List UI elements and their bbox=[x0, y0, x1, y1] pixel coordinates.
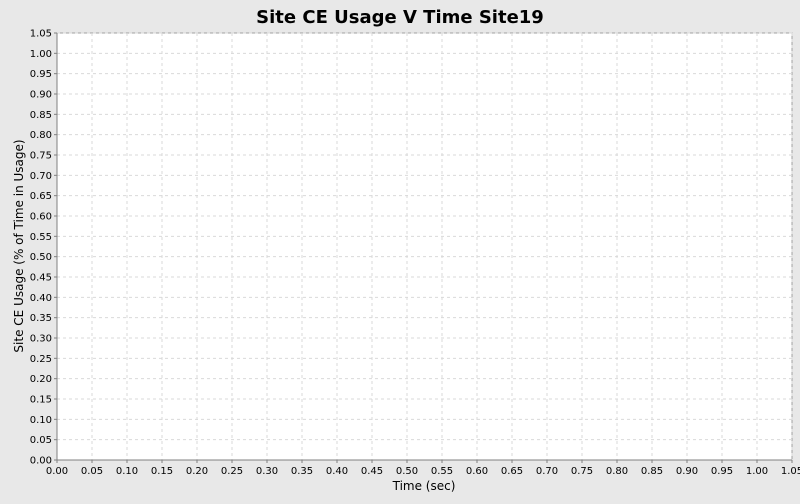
y-tick-label: 0.60 bbox=[30, 212, 52, 223]
x-tick-label: 0.35 bbox=[291, 466, 313, 477]
y-tick-label: 0.10 bbox=[30, 415, 52, 426]
x-tick-label: 0.60 bbox=[466, 466, 488, 477]
y-tick-label: 0.90 bbox=[30, 90, 52, 101]
y-tick-label: 0.80 bbox=[30, 130, 52, 141]
x-tick-label: 1.00 bbox=[746, 466, 768, 477]
x-tick-label: 0.00 bbox=[46, 466, 68, 477]
x-tick-label: 0.10 bbox=[116, 466, 138, 477]
x-tick-label: 0.30 bbox=[256, 466, 278, 477]
y-tick-labels: 0.00 0.05 0.10 0.15 0.20 0.25 0.30 0.35 0.40 0.45… bbox=[30, 29, 52, 467]
y-tick-label: 0.70 bbox=[30, 171, 52, 182]
y-tick-label: 0.25 bbox=[30, 354, 52, 365]
x-tick-label: 0.90 bbox=[676, 466, 698, 477]
y-tick-label: 0.00 bbox=[30, 456, 52, 467]
y-tick-label: 0.95 bbox=[30, 69, 52, 80]
y-tick-label: 1.05 bbox=[30, 29, 52, 40]
x-tick-label: 0.20 bbox=[186, 466, 208, 477]
x-tick-label: 0.25 bbox=[221, 466, 243, 477]
y-tick-label: 0.65 bbox=[30, 191, 52, 202]
x-tick-label: 0.95 bbox=[711, 466, 733, 477]
y-tick-label: 0.55 bbox=[30, 232, 52, 243]
x-tick-labels: 0.00 0.05 0.10 0.15 0.20 0.25 0.30 0.35 0.40 0.45… bbox=[46, 466, 800, 477]
x-tick-label: 0.65 bbox=[501, 466, 523, 477]
x-tick-label: 0.15 bbox=[151, 466, 173, 477]
x-tick-label: 0.55 bbox=[431, 466, 453, 477]
y-tick-label: 0.30 bbox=[30, 334, 52, 345]
plot-area bbox=[56, 32, 793, 461]
y-tick-label: 0.35 bbox=[30, 313, 52, 324]
chart-svg: Site CE Usage V Time Site19 0.00 0.05 0.10… bbox=[12, 7, 800, 493]
y-axis-label: Site CE Usage (% of Time in Usage) bbox=[12, 139, 26, 352]
y-tick-label: 0.75 bbox=[30, 151, 52, 162]
y-tick-label: 0.50 bbox=[30, 252, 52, 263]
y-tick-label: 0.05 bbox=[30, 435, 52, 446]
x-tick-label: 0.45 bbox=[361, 466, 383, 477]
x-tick-label: 0.80 bbox=[606, 466, 628, 477]
x-tick-label: 0.40 bbox=[326, 466, 348, 477]
y-tick-label: 0.20 bbox=[30, 374, 52, 385]
x-tick-label: 0.50 bbox=[396, 466, 418, 477]
x-axis-label: Time (sec) bbox=[392, 479, 456, 493]
x-tick-label: 0.75 bbox=[571, 466, 593, 477]
chart-container: Site CE Usage V Time Site19 0.00 0.05 0.10… bbox=[0, 0, 800, 500]
y-tick-label: 0.45 bbox=[30, 273, 52, 284]
y-tick-label: 1.00 bbox=[30, 49, 52, 60]
y-tick-label: 0.85 bbox=[30, 110, 52, 121]
chart-title: Site CE Usage V Time Site19 bbox=[256, 7, 544, 28]
x-tick-label: 1.05 bbox=[781, 466, 800, 477]
x-tick-label: 0.85 bbox=[641, 466, 663, 477]
y-tick-label: 0.40 bbox=[30, 293, 52, 304]
x-tick-label: 0.05 bbox=[81, 466, 103, 477]
y-tick-label: 0.15 bbox=[30, 395, 52, 406]
x-tick-label: 0.70 bbox=[536, 466, 558, 477]
